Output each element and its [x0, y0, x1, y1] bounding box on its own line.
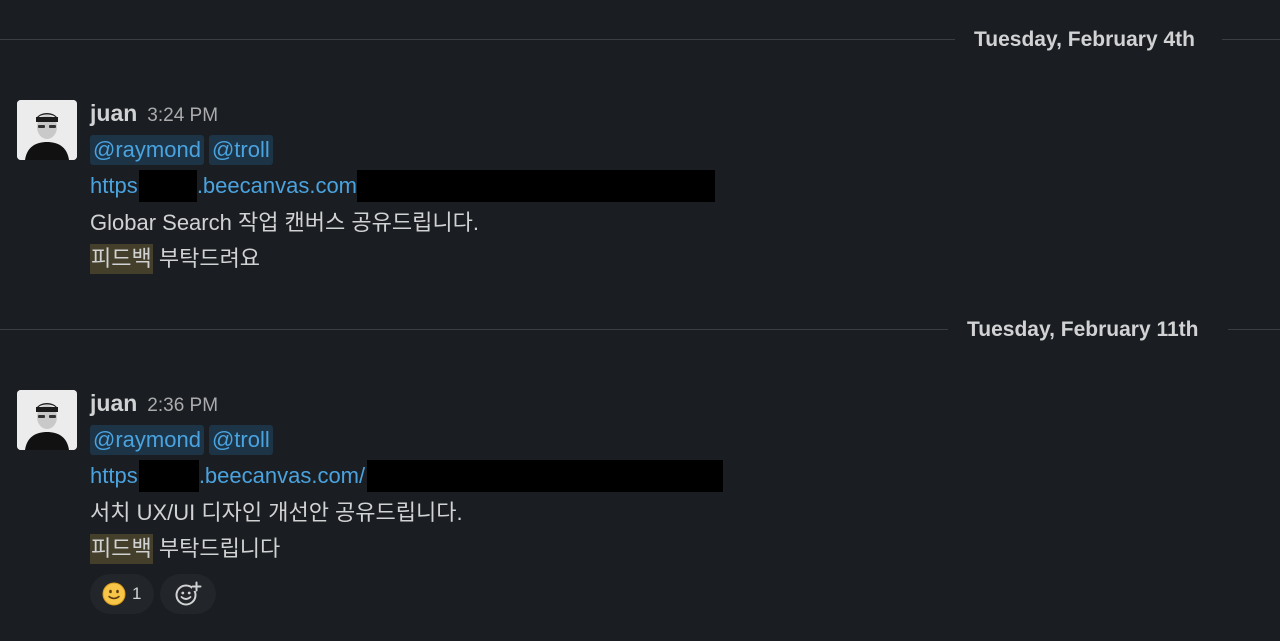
message-header: juan 2:36 PM: [90, 390, 218, 420]
link-line: https: .beecanvas.com/: [90, 170, 716, 202]
reaction-bar: 1: [90, 574, 216, 614]
link-domain: .beecanvas.com/: [196, 173, 364, 198]
username[interactable]: juan: [90, 390, 137, 416]
feedback-text: 부탁드려요: [152, 246, 261, 271]
user-avatar-icon: [17, 100, 77, 160]
canvas-link[interactable]: https: .beecanvas.com/: [90, 460, 366, 492]
reaction-pill[interactable]: 1: [90, 574, 154, 614]
message-pane: Tuesday, February 4th juan 3:24 PM @raymo…: [0, 0, 1280, 641]
redacted-block: [367, 460, 724, 492]
day-label[interactable]: Tuesday, February 4th: [974, 28, 1195, 52]
link-prefix: https:: [90, 463, 144, 488]
divider-line: [1222, 39, 1280, 40]
day-divider: Tuesday, February 11th: [0, 318, 1280, 342]
avatar[interactable]: [17, 390, 77, 450]
day-label[interactable]: Tuesday, February 11th: [967, 318, 1198, 342]
day-divider: Tuesday, February 4th: [0, 28, 1280, 52]
user-avatar-icon: [17, 390, 77, 450]
canvas-link[interactable]: https: .beecanvas.com/: [90, 170, 364, 202]
redacted-block: [357, 170, 716, 202]
message: juan 2:36 PM @raymond @troll https: .beecan…: [0, 390, 1280, 620]
link-domain: .beecanvas.com/: [198, 463, 366, 488]
highlighted-keyword: 피드백: [90, 534, 153, 564]
feedback-line: 피드백 부탁드립니다: [90, 533, 280, 565]
divider-line: [0, 39, 955, 40]
feedback-line: 피드백 부탁드려요: [90, 243, 260, 275]
redacted-block: [138, 460, 199, 492]
message-header: juan 3:24 PM: [90, 100, 218, 130]
username[interactable]: juan: [90, 100, 137, 126]
mentions-line: @raymond @troll: [90, 424, 278, 456]
mention-troll[interactable]: @troll: [208, 135, 273, 165]
message-text: 서치 UX/UI 디자인 개선안 공유드립니다.: [90, 500, 463, 525]
timestamp[interactable]: 3:24 PM: [147, 105, 218, 126]
link-prefix: https:: [90, 173, 144, 198]
mention-troll[interactable]: @troll: [208, 425, 273, 455]
reaction-count: 1: [132, 584, 142, 603]
add-reaction-icon: [175, 581, 202, 606]
message: juan 3:24 PM @raymond @troll https: .beecan…: [0, 100, 1280, 280]
avatar[interactable]: [17, 100, 77, 160]
divider-line: [0, 329, 948, 330]
message-text: Globar Search 작업 캔버스 공유드립니다.: [90, 210, 479, 235]
mention-raymond[interactable]: @raymond: [90, 425, 204, 455]
feedback-text: 부탁드립니다: [152, 536, 281, 561]
highlighted-keyword: 피드백: [90, 244, 153, 274]
link-line: https: .beecanvas.com/: [90, 460, 724, 492]
add-reaction-button[interactable]: [160, 574, 216, 614]
timestamp[interactable]: 2:36 PM: [147, 395, 218, 416]
slightly-smiling-face-icon: [102, 582, 126, 606]
mention-raymond[interactable]: @raymond: [90, 135, 204, 165]
redacted-block: [138, 170, 197, 202]
mentions-line: @raymond @troll: [90, 134, 278, 166]
divider-line: [1228, 329, 1280, 330]
